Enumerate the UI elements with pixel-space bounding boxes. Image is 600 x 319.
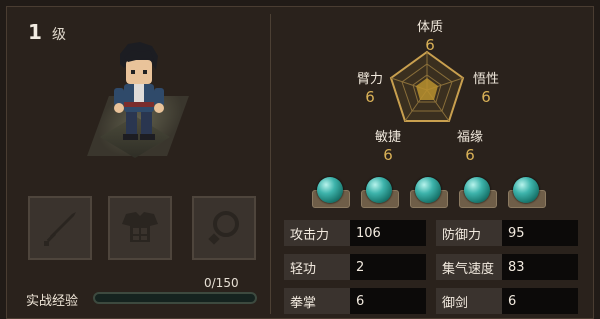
- necklace-icon: [208, 211, 239, 245]
- stat-row: 集气速度 83: [436, 254, 578, 280]
- attr-wuxing-value: 6: [481, 88, 491, 106]
- weapon-slot[interactable]: [28, 196, 92, 260]
- experience-bar: [93, 292, 257, 304]
- attr-fuyuan: 福缘 6: [440, 130, 500, 164]
- stat-value: 6: [350, 288, 426, 314]
- attr-wuxing-name: 悟性: [472, 72, 499, 87]
- attr-tizhi-value: 6: [425, 36, 435, 54]
- attr-bili-value: 6: [365, 88, 375, 106]
- stat-row: 御剑 6: [436, 288, 578, 314]
- gem-socket[interactable]: [312, 174, 350, 210]
- sword-icon: [44, 212, 76, 246]
- attr-minjie: 敏捷 6: [358, 130, 418, 164]
- level-number: 1: [28, 20, 42, 44]
- gem-socket[interactable]: [361, 174, 399, 210]
- attr-tizhi: 体质 6: [400, 20, 460, 54]
- stat-label: 攻击力: [284, 220, 350, 246]
- attr-minjie-name: 敏捷: [374, 130, 401, 145]
- armor-icon: [122, 212, 158, 242]
- gem-socket[interactable]: [508, 174, 546, 210]
- stat-value: 106: [350, 220, 426, 246]
- stat-label: 轻功: [284, 254, 350, 280]
- accessory-slot[interactable]: [192, 196, 256, 260]
- attr-bili-name: 臂力: [356, 72, 383, 87]
- attr-fuyuan-value: 6: [465, 146, 475, 164]
- gem-icon: [464, 177, 490, 203]
- experience-value: 0/150: [204, 276, 239, 290]
- gem-icon: [415, 177, 441, 203]
- stat-row: 轻功 2: [284, 254, 426, 280]
- experience-label: 实战经验: [26, 294, 79, 309]
- gem-icon: [513, 177, 539, 203]
- armor-slot[interactable]: [108, 196, 172, 260]
- stat-value: 2: [350, 254, 426, 280]
- stat-row: 拳掌 6: [284, 288, 426, 314]
- gem-socket[interactable]: [459, 174, 497, 210]
- attr-wuxing: 悟性 6: [456, 72, 516, 106]
- level-unit: 级: [52, 27, 66, 43]
- attr-minjie-value: 6: [383, 146, 393, 164]
- panel-divider: [270, 14, 271, 314]
- gem-icon: [317, 177, 343, 203]
- stat-row: 攻击力 106: [284, 220, 426, 246]
- stat-value: 95: [502, 220, 578, 246]
- stat-label: 集气速度: [436, 254, 502, 280]
- stat-label: 御剑: [436, 288, 502, 314]
- attr-fuyuan-name: 福缘: [456, 130, 483, 145]
- gem-icon: [366, 177, 392, 203]
- attr-tizhi-name: 体质: [416, 20, 443, 35]
- attr-bili: 臂力 6: [340, 72, 400, 106]
- stat-value: 6: [502, 288, 578, 314]
- stat-row: 防御力 95: [436, 220, 578, 246]
- stat-value: 83: [502, 254, 578, 280]
- character-sprite[interactable]: [106, 40, 170, 150]
- stat-label: 拳掌: [284, 288, 350, 314]
- stat-label: 防御力: [436, 220, 502, 246]
- gem-socket[interactable]: [410, 174, 448, 210]
